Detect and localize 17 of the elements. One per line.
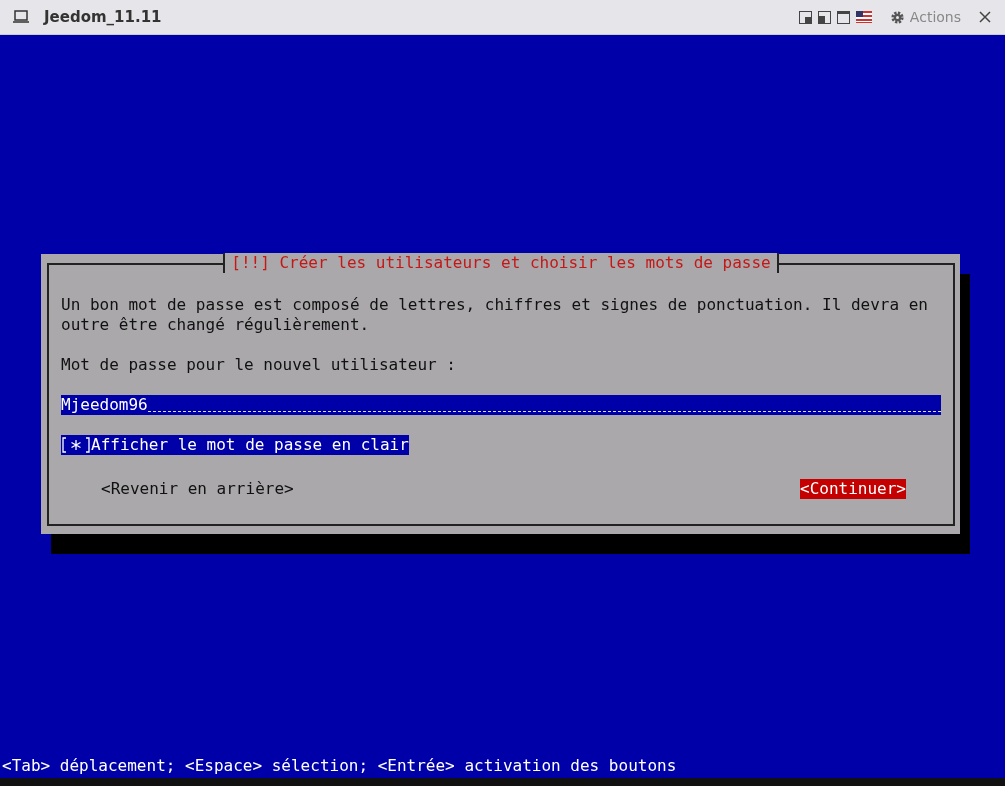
flag-icon[interactable] (855, 11, 872, 23)
checkbox-icon[interactable] (61, 436, 91, 454)
description-text: Un bon mot de passe est composé de lettres, chiffres et signes de ponctuation. Il devra en outre être changé régulièrement. (61, 295, 929, 335)
key-hint-text: <Tab> déplacement; <Espace> sélection; <Entrée> activation des boutons (1, 756, 678, 777)
field-label: Mot de passe pour le nouvel utilisateur : (61, 355, 457, 375)
close-icon[interactable] (979, 11, 991, 23)
password-field[interactable]: Mjeedom96 (61, 395, 941, 415)
laptop-icon (12, 9, 30, 25)
show-password-checkbox[interactable]: Afficher le mot de passe en clair (61, 435, 409, 455)
dialog-title: [!!] Créer les utilisateurs et choisir les mots de passe (223, 253, 779, 273)
maximize-icon[interactable] (836, 10, 850, 24)
back-button[interactable]: <Revenir en arrière> (101, 479, 294, 499)
window-layout-icon[interactable] (817, 10, 831, 24)
window-title: Jeedom_11.11 (44, 8, 162, 26)
continue-button[interactable]: <Continuer> (800, 479, 906, 499)
settings-icon[interactable] (889, 9, 905, 25)
window-layout-icon[interactable] (798, 10, 812, 24)
